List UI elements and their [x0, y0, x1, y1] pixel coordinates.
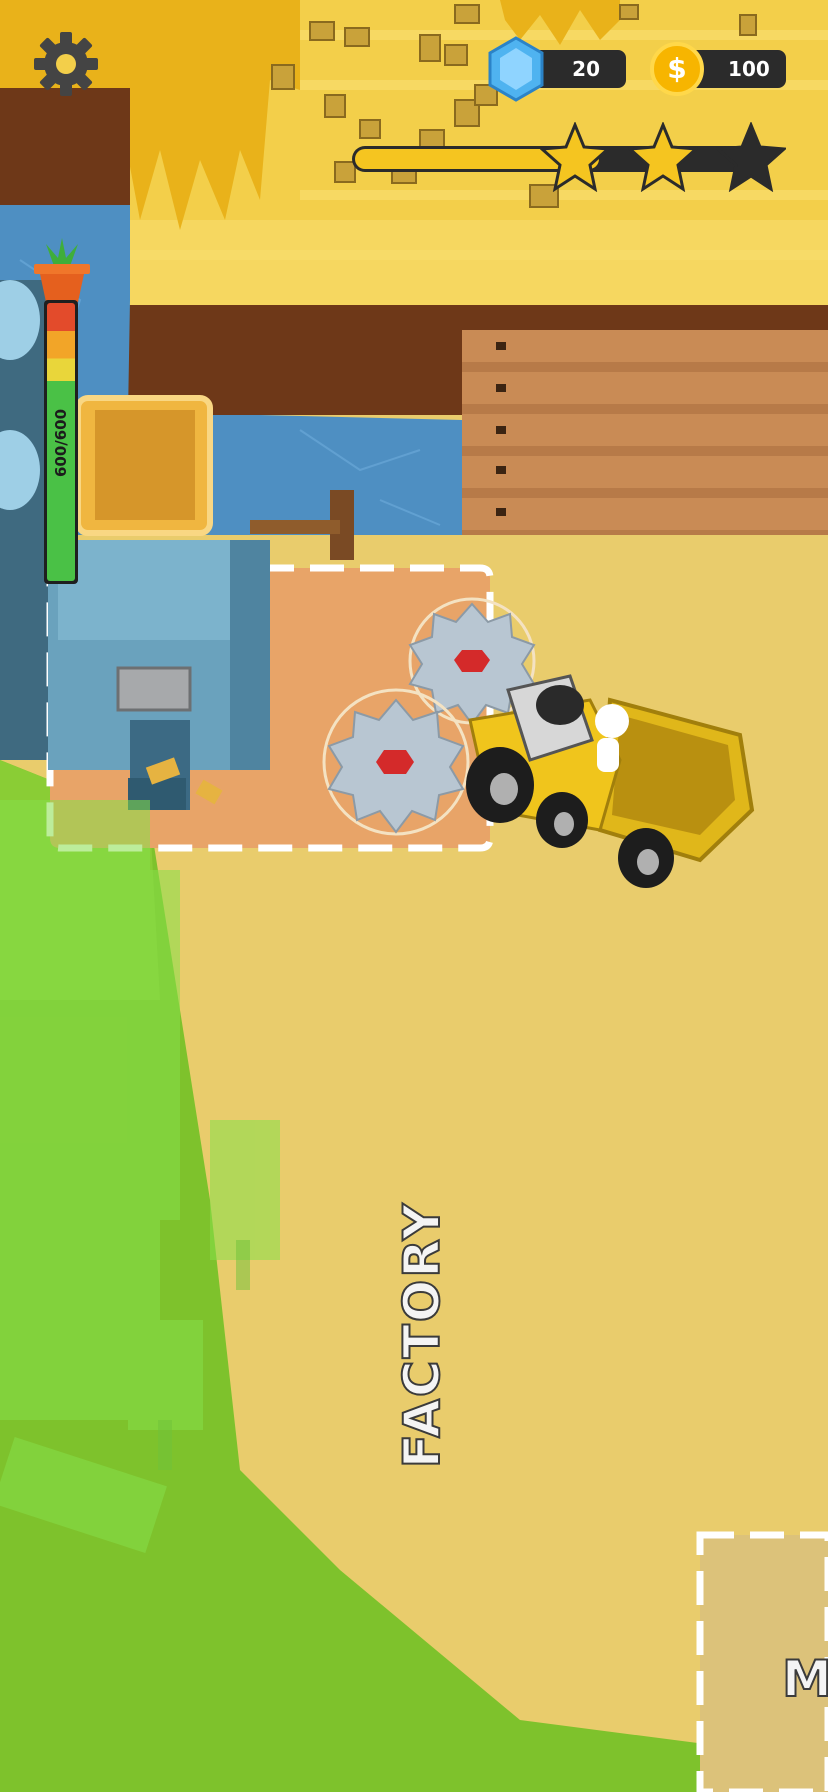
factory-zone-label: FACTORY	[392, 1201, 452, 1469]
star-icon-3	[716, 122, 786, 192]
plant-pot-icon	[34, 238, 90, 302]
saw-blade-lower	[322, 688, 470, 836]
star-icon-1	[540, 122, 610, 192]
coin-count: 100	[728, 57, 770, 81]
settings-button[interactable]	[30, 28, 102, 100]
capacity-label: 600/600	[52, 408, 70, 478]
coin-icon: $	[650, 42, 704, 96]
wooden-ramp	[462, 330, 828, 535]
gem-icon	[488, 36, 544, 102]
game-scene	[0, 0, 828, 1792]
gem-count: 20	[572, 57, 601, 81]
star-icon-2	[628, 122, 698, 192]
gear-icon	[34, 32, 98, 96]
next-zone-label: M	[781, 1649, 828, 1709]
